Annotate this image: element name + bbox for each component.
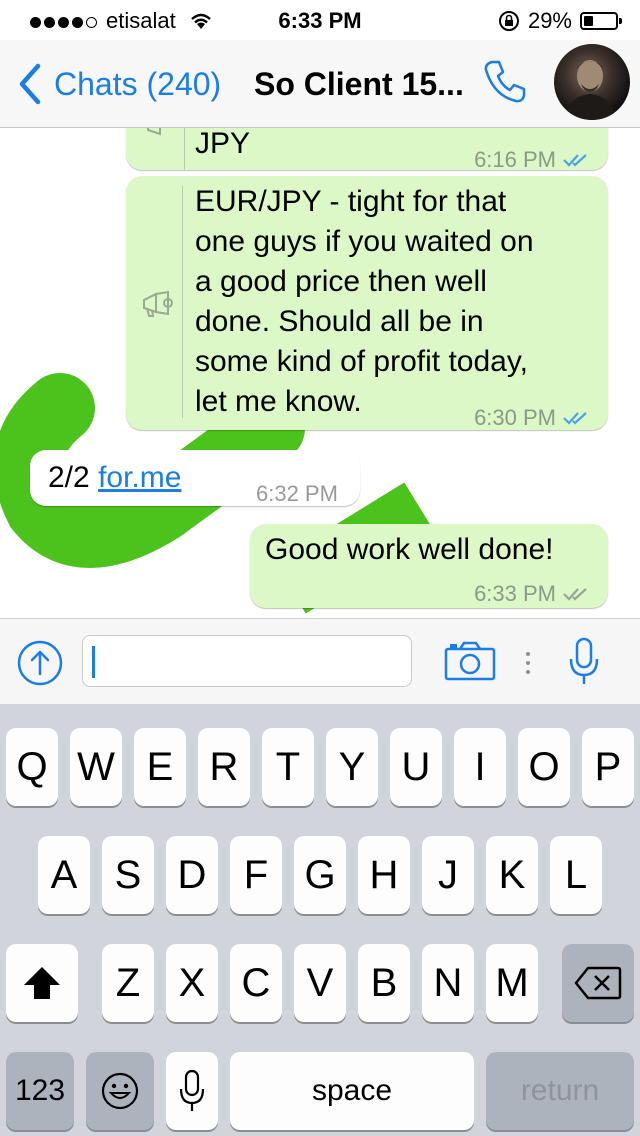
call-button[interactable] (480, 56, 530, 111)
status-right: 29% (498, 8, 622, 34)
text-cursor (92, 646, 95, 678)
backspace-icon (574, 966, 622, 1000)
upload-arrow-icon[interactable] (16, 639, 64, 687)
key-v[interactable]: V (294, 944, 346, 1022)
message-time: 6:30 PM (474, 405, 556, 430)
back-button[interactable]: Chats (240) (16, 62, 221, 106)
key-j[interactable]: J (422, 836, 474, 914)
key-i[interactable]: I (454, 728, 506, 806)
key-d[interactable]: D (166, 836, 218, 914)
key-m[interactable]: M (486, 944, 538, 1022)
shift-arrow-icon (24, 967, 60, 999)
message-meta: 6:16 PM (474, 140, 592, 180)
message-time: 6:32 PM (256, 481, 338, 506)
message-bubble-outgoing[interactable]: Good work well done! 6:33 PM (250, 524, 608, 608)
key-h[interactable]: H (358, 836, 410, 914)
delivered-ticks-icon (563, 588, 587, 601)
chat-header: Chats (240) So Client 15... (0, 40, 640, 128)
return-key[interactable]: return (486, 1052, 634, 1130)
backspace-key[interactable] (562, 944, 634, 1022)
message-bubble-incoming[interactable]: 2/2 for.me 6:32 PM (30, 450, 360, 506)
message-text: 2/2 for.me (48, 458, 181, 498)
message-meta: 6:33 PM (474, 574, 592, 614)
message-bubble-outgoing[interactable]: JPY 6:16 PM (126, 128, 608, 172)
drag-dots-icon (526, 652, 530, 674)
key-f[interactable]: F (230, 836, 282, 914)
message-line: some kind of profit today, (195, 345, 528, 378)
key-n[interactable]: N (422, 944, 474, 1022)
message-bubble-outgoing[interactable]: EUR/JPY - tight for that one guys if you… (126, 176, 608, 430)
message-text: EUR/JPY - tight for that one guys if you… (195, 182, 534, 422)
key-z[interactable]: Z (102, 944, 154, 1022)
message-meta: 6:32 PM (256, 474, 338, 514)
chat-title[interactable]: So Client 15... (254, 66, 464, 103)
status-bar: etisalat 6:33 PM 29% (0, 0, 640, 40)
message-line: EUR/JPY - tight for that (195, 185, 507, 218)
message-time: 6:33 PM (474, 581, 556, 606)
message-line: one guys if you waited on (195, 225, 534, 258)
key-o[interactable]: O (518, 728, 570, 806)
message-line: a good price then well (195, 265, 487, 298)
broadcast-divider (184, 128, 185, 170)
read-ticks-icon (563, 154, 587, 167)
space-key[interactable]: space (230, 1052, 474, 1130)
message-line: done. Should all be in (195, 305, 484, 338)
message-prefix: 2/2 (48, 461, 90, 494)
rotation-lock-icon (498, 11, 519, 31)
key-r[interactable]: R (198, 728, 250, 806)
key-y[interactable]: Y (326, 728, 378, 806)
camera-icon[interactable] (444, 641, 496, 681)
chevron-left-icon (19, 63, 41, 105)
key-q[interactable]: Q (6, 728, 58, 806)
key-t[interactable]: T (262, 728, 314, 806)
key-p[interactable]: P (582, 728, 634, 806)
key-c[interactable]: C (230, 944, 282, 1022)
key-w[interactable]: W (70, 728, 122, 806)
microphone-icon (179, 1069, 205, 1111)
emoji-icon (101, 1072, 139, 1110)
message-meta: 6:30 PM (474, 398, 592, 438)
key-e[interactable]: E (134, 728, 186, 806)
key-a[interactable]: A (38, 836, 90, 914)
broadcast-icon (147, 128, 161, 136)
dictation-key[interactable] (166, 1052, 218, 1130)
broadcast-icon (143, 290, 173, 317)
message-list[interactable]: JPY 6:16 PM EUR/JPY - tight for that one… (0, 128, 640, 618)
key-g[interactable]: G (294, 836, 346, 914)
key-u[interactable]: U (390, 728, 442, 806)
key-k[interactable]: K (486, 836, 538, 914)
back-label: Chats (240) (54, 65, 222, 102)
battery-icon (580, 12, 622, 30)
message-composer (0, 618, 640, 704)
mic-icon[interactable] (568, 637, 600, 687)
message-text: Good work well done! (265, 533, 554, 566)
on-screen-keyboard: Q W E R T Y U I O P A S D F G H J K L Z … (0, 704, 640, 1136)
phone-icon (484, 60, 526, 103)
numbers-key[interactable]: 123 (6, 1052, 74, 1130)
message-input[interactable] (82, 635, 412, 687)
contact-photo (564, 60, 616, 120)
battery-percent: 29% (527, 8, 572, 33)
key-s[interactable]: S (102, 836, 154, 914)
avatar[interactable] (554, 44, 630, 120)
message-text: JPY (195, 128, 251, 160)
message-link[interactable]: for.me (98, 461, 181, 494)
broadcast-divider (182, 186, 183, 418)
key-b[interactable]: B (358, 944, 410, 1022)
battery-level (584, 16, 593, 26)
emoji-key[interactable] (86, 1052, 154, 1130)
key-x[interactable]: X (166, 944, 218, 1022)
message-time: 6:16 PM (474, 147, 556, 172)
read-ticks-icon (563, 412, 587, 425)
shift-key[interactable] (6, 944, 78, 1022)
key-l[interactable]: L (550, 836, 602, 914)
